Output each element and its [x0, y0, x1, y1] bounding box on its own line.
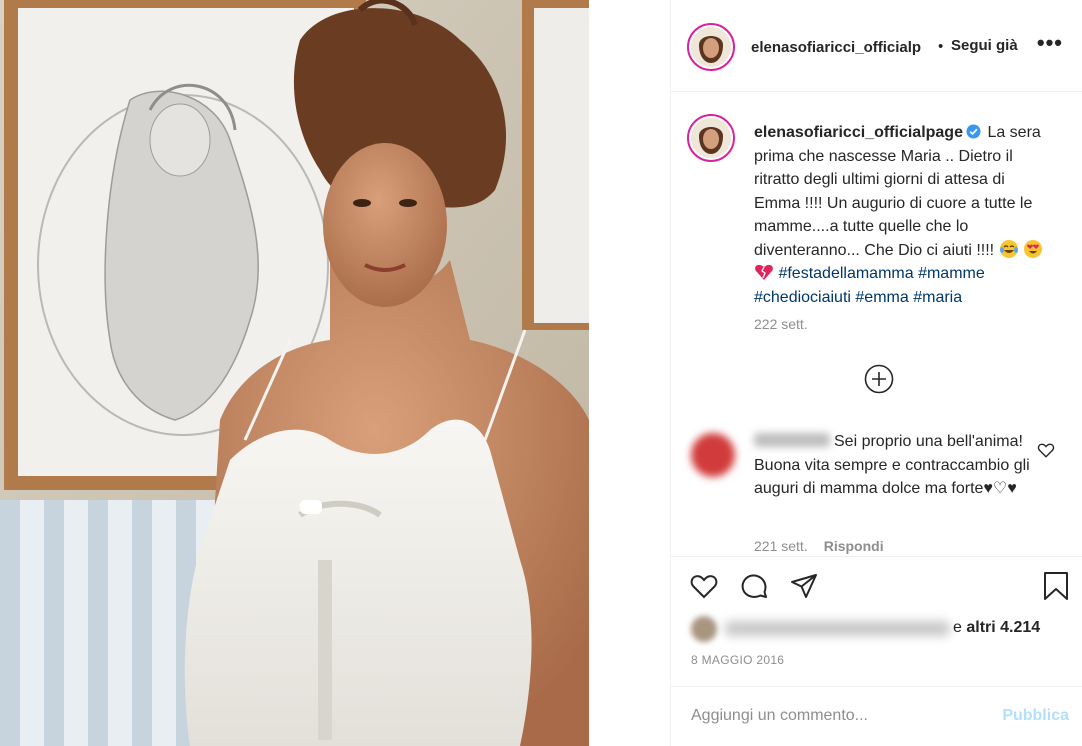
post-header: elenasofiaricci_officialp • Segui già ••… — [671, 0, 1082, 92]
likes-prefix: e — [953, 619, 962, 636]
verified-badge-icon — [966, 124, 981, 139]
commenter-avatar[interactable] — [691, 433, 735, 477]
liker-username-blurred[interactable] — [725, 621, 950, 636]
following-button[interactable]: Segui già — [951, 37, 1018, 54]
heart-icon[interactable] — [689, 571, 719, 601]
caption-hashtags: #festadellamamma #mamme #chediociaiuti #… — [754, 265, 985, 306]
header-username[interactable]: elenasofiaricci_officialp — [751, 39, 921, 56]
broken-heart-emoji-icon — [755, 264, 773, 280]
comment-heart-icon[interactable] — [1037, 441, 1055, 459]
caption-avatar[interactable] — [687, 114, 735, 162]
comment-timestamp: 221 sett. — [754, 538, 808, 554]
post-image — [0, 0, 589, 746]
comment-icon[interactable] — [739, 571, 769, 601]
post-side-panel: elenasofiaricci_officialp • Segui già ••… — [670, 0, 1082, 746]
comments-section[interactable]: elenasofiaricci_officialpage La sera pri… — [671, 93, 1082, 555]
tears-of-joy-emoji-icon — [999, 239, 1018, 258]
publish-button[interactable]: Pubblica — [1002, 707, 1069, 725]
likes-count[interactable]: e altri 4.214 — [953, 619, 1040, 637]
paper-plane-icon[interactable] — [789, 571, 819, 601]
header-avatar[interactable] — [687, 23, 735, 71]
post-date[interactable]: 8 MAGGIO 2016 — [691, 653, 784, 667]
more-options-icon[interactable]: ••• — [1037, 32, 1063, 54]
liker-avatar[interactable] — [691, 616, 717, 642]
comment-body: Sei proprio una bell'anima! Buona vita s… — [754, 430, 1034, 501]
heart-eyes-emoji-icon — [1024, 239, 1043, 258]
comment-meta: 221 sett. Rispondi — [754, 538, 884, 554]
comment-input[interactable]: Aggiungi un commento... — [691, 707, 868, 725]
hashtag-link[interactable]: #chediociaiuti — [754, 289, 851, 306]
plus-circle-icon[interactable] — [864, 364, 894, 394]
post-caption: elenasofiaricci_officialpage La sera pri… — [754, 121, 1054, 309]
post-actions: e altri 4.214 8 MAGGIO 2016 — [671, 556, 1082, 686]
caption-username[interactable]: elenasofiaricci_officialpage — [754, 124, 963, 141]
hashtag-link[interactable]: #festadellamamma — [778, 265, 913, 282]
add-comment-bar: Aggiungi un commento... Pubblica — [671, 686, 1082, 746]
commenter-username-blurred[interactable] — [754, 433, 830, 447]
hashtag-link[interactable]: #emma — [855, 289, 908, 306]
header-separator: • — [938, 38, 944, 55]
bookmark-icon[interactable] — [1041, 571, 1071, 601]
hashtag-link[interactable]: #maria — [913, 289, 962, 306]
reply-button[interactable]: Rispondi — [824, 538, 884, 554]
likes-others[interactable]: altri 4.214 — [966, 619, 1040, 636]
post-photo[interactable] — [0, 0, 589, 746]
hashtag-link[interactable]: #mamme — [918, 265, 985, 282]
caption-timestamp[interactable]: 222 sett. — [754, 316, 808, 332]
